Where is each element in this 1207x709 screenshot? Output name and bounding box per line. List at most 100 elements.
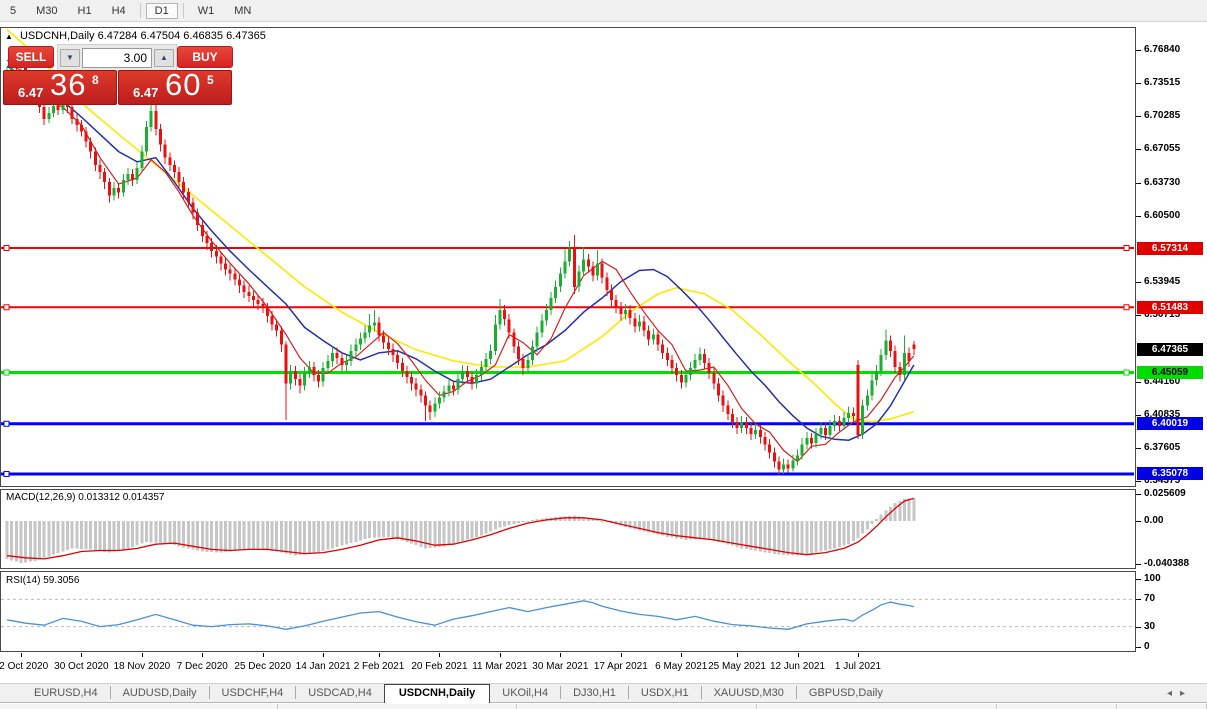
timeframe-5[interactable]: 5	[1, 3, 25, 19]
date-tick	[797, 653, 799, 657]
chart-tab-usdcad[interactable]: USDCAD,H4	[296, 685, 384, 702]
price-axis-label: 6.53945	[1144, 276, 1181, 288]
buy-price-pip: 5	[207, 73, 214, 87]
price-axis-label: 6.63730	[1144, 176, 1181, 188]
rsi-tick	[1136, 579, 1141, 580]
status-cell	[0, 704, 278, 709]
chart-header: ▲ USDCNH,Daily 6.47284 6.47504 6.46835 6…	[5, 30, 266, 42]
volume-decrease-button[interactable]: ▼	[60, 49, 80, 67]
date-tick	[737, 653, 739, 657]
price-tick	[1136, 282, 1141, 284]
sell-price-digits: 36	[50, 70, 87, 102]
trade-controls-row: SELL ▼ ▲ BUY	[3, 44, 234, 72]
price-tick	[1136, 116, 1141, 118]
price-axis-label: 6.70285	[1144, 110, 1181, 122]
chart-tab-usdcnh[interactable]: USDCNH,Daily	[383, 684, 491, 703]
date-tick	[439, 653, 441, 657]
ohlc-high: 6.47504	[140, 30, 181, 42]
chart-tab-bar: EURUSD,H4 AUDUSD,Daily USDCHF,H4 USDCAD,H4 U…	[0, 683, 1207, 703]
date-tick	[560, 653, 562, 657]
chart-tab-gbpusd[interactable]: GBPUSD,Daily	[797, 685, 895, 702]
timeframe-h1[interactable]: H1	[69, 3, 101, 19]
chart-tab-dj30[interactable]: DJ30,H1	[561, 685, 628, 702]
rsi-tick	[1136, 626, 1141, 628]
macd-chart[interactable]	[0, 489, 1136, 569]
triangle-up-icon: ▲	[160, 53, 168, 62]
date-tick	[81, 653, 83, 657]
date-tick	[620, 653, 622, 657]
rsi-axis-label: 0	[1144, 641, 1150, 652]
date-tick	[681, 653, 683, 657]
buy-price-tile[interactable]: 6.47 60 5	[118, 70, 232, 105]
price-tick	[1136, 149, 1141, 150]
macd-axis-label: -0.040388	[1144, 557, 1190, 569]
macd-label: MACD(12,26,9) 0.013312 0.014357	[6, 492, 165, 503]
date-tick	[20, 653, 22, 657]
date-label: 1 Jul 2021	[834, 661, 882, 672]
price-level-badge: 6.35078	[1137, 467, 1203, 481]
sell-button[interactable]: SELL	[8, 46, 54, 68]
timeframe-mn[interactable]: MN	[225, 3, 260, 19]
buy-price-digits: 60	[165, 70, 202, 102]
rsi-axis-label: 100	[1144, 573, 1161, 584]
chart-title: USDCNH,Daily	[19, 30, 95, 42]
rsi-label: RSI(14) 59.3056	[6, 575, 80, 586]
sell-price-pip: 8	[92, 73, 99, 87]
trading-terminal-window: 5 M30 H1 H4 D1 W1 MN ▲ USDCNH,Daily 6.47284 6.…	[0, 0, 1207, 709]
status-cell	[757, 704, 998, 709]
date-tick	[323, 653, 325, 657]
trade-prices-row: 6.47 36 8 6.47 60 5	[3, 70, 234, 105]
ohlc-close: 6.47365	[226, 30, 266, 42]
macd-axis-label: 0.00	[1144, 515, 1164, 526]
timeframe-w1[interactable]: W1	[189, 3, 224, 19]
date-tick	[379, 653, 380, 657]
chart-tab-eurusd[interactable]: EURUSD,H4	[22, 685, 110, 702]
collapse-icon[interactable]: ▲	[5, 32, 13, 41]
date-tick	[262, 653, 264, 657]
price-axis-label: 6.37605	[1144, 442, 1181, 454]
price-tick	[1136, 182, 1141, 184]
chart-tab-usdchf[interactable]: USDCHF,H4	[210, 685, 296, 702]
triangle-down-icon: ▼	[66, 53, 74, 62]
price-tick	[1136, 215, 1141, 217]
chart-tab-audusd[interactable]: AUDUSD,Daily	[111, 685, 209, 702]
price-axis[interactable]: 6.76840 6.73515 6.70285 6.67055 6.63730 6.605…	[1136, 22, 1207, 662]
volume-increase-button[interactable]: ▲	[154, 49, 174, 67]
price-level-badge: 6.40019	[1137, 417, 1203, 431]
timeframe-m30[interactable]: M30	[27, 3, 66, 19]
status-cell	[997, 704, 1118, 709]
toolbar-divider	[182, 3, 184, 18]
chart-tab-xauusd[interactable]: XAUUSD,M30	[702, 685, 796, 702]
macd-tick	[1136, 563, 1141, 565]
rsi-chart[interactable]	[0, 571, 1136, 652]
date-axis[interactable]: 12 Oct 202030 Oct 202018 Nov 20207 Dec 2…	[0, 653, 1136, 681]
rsi-tick	[1136, 599, 1141, 601]
status-cell	[517, 704, 758, 709]
price-tick	[1136, 83, 1141, 85]
macd-tick	[1136, 494, 1141, 496]
chart-window: ▲ USDCNH,Daily 6.47284 6.47504 6.46835 6…	[0, 22, 1207, 682]
timeframe-h4[interactable]: H4	[103, 3, 135, 19]
date-tick	[202, 653, 204, 657]
price-axis-label: 6.73515	[1144, 77, 1181, 89]
rsi-axis-label: 30	[1144, 620, 1156, 632]
sell-price-tile[interactable]: 6.47 36 8	[3, 70, 117, 105]
toolbar-divider	[139, 3, 141, 18]
date-tick	[857, 653, 859, 657]
current-price-badge: 6.47365	[1137, 342, 1203, 356]
volume-input[interactable]	[82, 48, 152, 68]
volume-control: ▼ ▲	[57, 44, 177, 72]
timeframe-d1[interactable]: D1	[145, 2, 178, 19]
chart-tab-ukoil[interactable]: UKOil,H4	[490, 685, 560, 702]
buy-button[interactable]: BUY	[177, 46, 233, 68]
status-strip	[0, 704, 1207, 709]
tab-scroll-arrows[interactable]: ◂▸	[1167, 688, 1193, 699]
price-tick	[1136, 481, 1141, 483]
price-tick	[1136, 448, 1141, 450]
date-tick	[141, 653, 143, 657]
chart-tab-usdx[interactable]: USDX,H1	[629, 685, 701, 702]
rsi-axis-label: 70	[1144, 593, 1156, 605]
price-tick	[1136, 49, 1141, 51]
price-axis-label: 6.76840	[1144, 43, 1181, 55]
rsi-tick	[1136, 647, 1141, 648]
